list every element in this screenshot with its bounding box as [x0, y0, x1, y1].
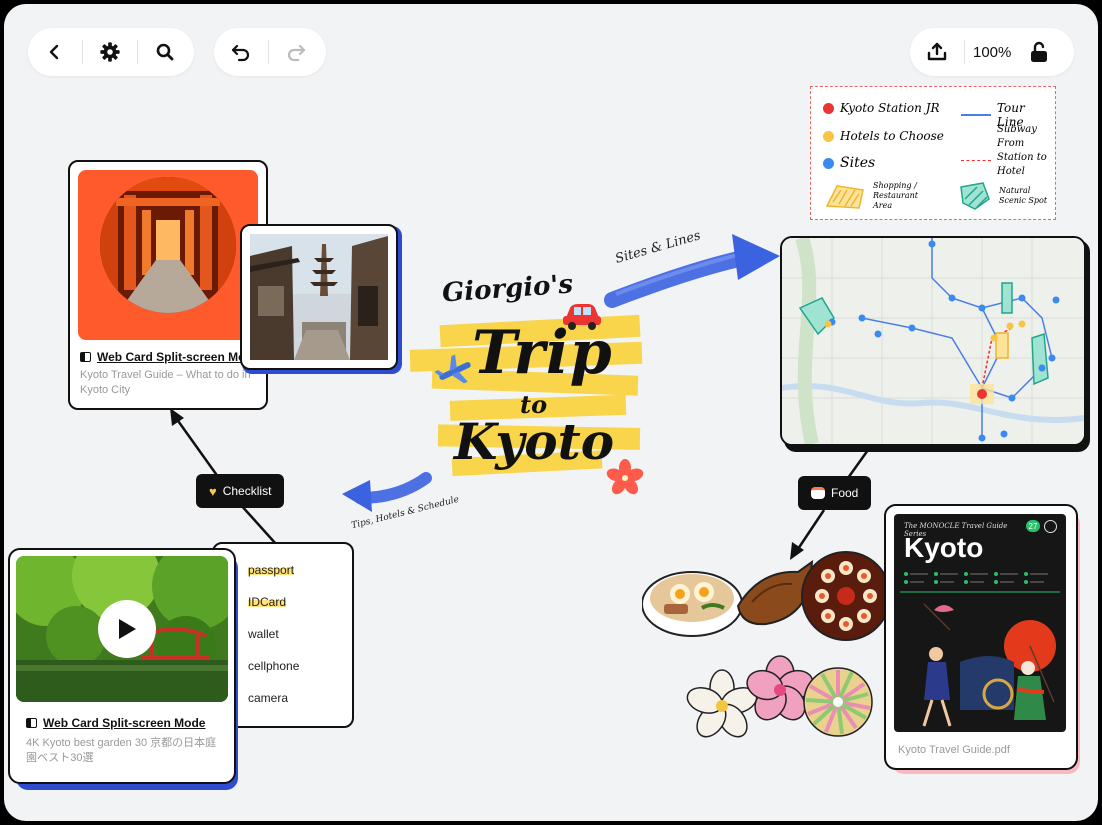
- pdf-card-guide[interactable]: The MONOCLE Travel Guide Series 27 Kyoto: [884, 504, 1078, 770]
- card-subtitle: 4K Kyoto best garden 30 京都の日本庭園ベスト30選: [26, 737, 217, 764]
- split-screen-icon: [26, 718, 37, 728]
- guide-cover: The MONOCLE Travel Guide Series 27 Kyoto: [894, 514, 1066, 732]
- checklist-item-cellphone[interactable]: cellphone: [248, 650, 299, 682]
- monocle-logo-icon: [1044, 520, 1057, 533]
- guide-title: Kyoto: [904, 532, 984, 563]
- hotel-marker-icon: [823, 130, 834, 142]
- play-icon: [119, 619, 136, 639]
- checklist-item-wallet[interactable]: wallet: [248, 618, 299, 650]
- legend-subway: Subway From Station to Hotel: [961, 123, 1061, 179]
- ramen-image: [642, 571, 743, 637]
- photo-card-street[interactable]: [240, 224, 398, 370]
- guide-cover-art: [900, 572, 1060, 727]
- title-kyoto: Kyoto: [454, 412, 615, 471]
- airplane-icon: [434, 354, 471, 384]
- legend-station: Kyoto Station JR: [823, 101, 940, 115]
- legend-sites: Sites: [823, 155, 875, 171]
- connector-line: [846, 449, 870, 479]
- subway-line-swatch: [961, 159, 991, 161]
- station-marker-icon: [823, 102, 834, 114]
- whiteboard-canvas[interactable]: 100% Sites & Lines Tips, Hotels & Schedu…: [4, 4, 1098, 821]
- legend-shopping: Shopping / Restaurant Area: [823, 181, 933, 211]
- card-subtitle: Kyoto Travel Guide – What to do in Kyoto…: [80, 369, 251, 396]
- street-photo: [250, 234, 388, 360]
- split-screen-icon: [80, 352, 91, 362]
- web-card-torii[interactable]: Web Card Split-screen Mode Kyoto Travel …: [68, 160, 268, 410]
- torii-image: [100, 177, 236, 313]
- checklist-item-camera[interactable]: camera: [248, 682, 299, 714]
- flower-icon: [606, 459, 644, 495]
- yellow-heart-icon: ♥: [209, 483, 217, 499]
- card-title[interactable]: Web Card Split-screen Mode: [26, 716, 205, 730]
- torii-thumbnail: [78, 170, 258, 340]
- checklist-item-idcard[interactable]: IDCard: [248, 586, 299, 618]
- web-card-video[interactable]: Web Card Split-screen Mode 4K Kyoto best…: [8, 548, 236, 784]
- kyoto-map: [782, 238, 1084, 444]
- tag-food[interactable]: Food: [798, 476, 872, 510]
- pdf-filename[interactable]: Kyoto Travel Guide.pdf: [898, 744, 1010, 756]
- connector-line: [239, 503, 277, 545]
- card-title[interactable]: Web Card Split-screen Mode: [80, 350, 259, 364]
- arrowhead: [170, 408, 184, 426]
- natural-spot-icon: [960, 182, 990, 210]
- wagashi-striped-image: [803, 667, 873, 737]
- legend-hotels: Hotels to Choose: [823, 129, 944, 143]
- play-button[interactable]: [98, 600, 156, 658]
- car-icon: [563, 304, 601, 330]
- tour-line-swatch: [961, 114, 991, 116]
- taiyaki-image: [736, 559, 814, 626]
- map-legend[interactable]: Kyoto Station JR Hotels to Choose Sites …: [810, 86, 1056, 220]
- sushi-platter-image: [801, 551, 891, 641]
- map-card[interactable]: [780, 236, 1086, 446]
- site-marker-icon: [823, 157, 834, 169]
- trip-title[interactable]: Giorgio's Trip to Kyoto: [402, 269, 652, 502]
- shopping-area-icon: [825, 185, 864, 209]
- video-thumbnail[interactable]: [16, 556, 228, 702]
- checklist-items: passport IDCard wallet cellphone camera: [248, 554, 299, 714]
- checklist-item-passport[interactable]: passport: [248, 554, 299, 586]
- tag-checklist[interactable]: ♥ Checklist: [196, 474, 285, 508]
- guide-number-badge: 27: [1026, 520, 1040, 532]
- sushi-icon: [811, 487, 825, 499]
- food-stickers: [642, 551, 891, 738]
- legend-natural: Natural Scenic Spot: [957, 181, 1049, 211]
